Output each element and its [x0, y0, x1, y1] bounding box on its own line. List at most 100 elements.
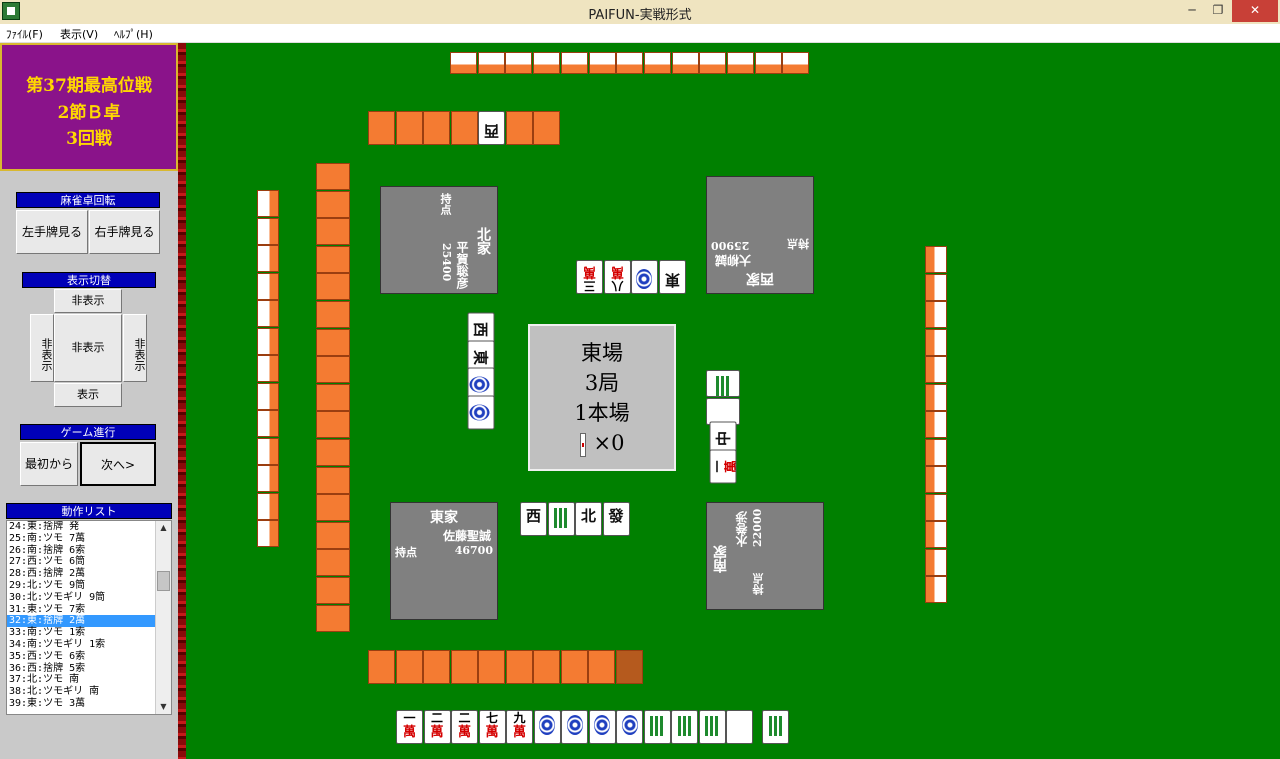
scroll-down-icon[interactable]: ▼ [156, 700, 171, 714]
toggle-center-button[interactable]: 非表示 [54, 314, 122, 382]
east-hand-tile [925, 466, 947, 493]
wall-tile [316, 245, 350, 273]
pin-icon [636, 269, 653, 289]
west-discard-tile: 三萬 [576, 260, 603, 294]
sou-icon [716, 376, 730, 396]
east-discard-tile: 發 [602, 502, 630, 536]
tile-label: 西 [484, 122, 500, 140]
hand-tile[interactable] [698, 710, 726, 744]
hand-tile[interactable] [616, 710, 643, 744]
action-list-item[interactable]: 39:東:ツモ 3萬 [7, 698, 171, 710]
next-button[interactable]: 次へ> [80, 442, 156, 486]
wall-tile [533, 650, 560, 684]
tile-suit: 萬 [430, 725, 444, 740]
north-wall-tile [727, 52, 754, 74]
pin-icon [566, 715, 583, 735]
tile-number: 一 [710, 460, 725, 473]
tile-suit: 萬 [512, 725, 526, 740]
player-west-points-label: 持点 [787, 237, 809, 250]
wall-tile [316, 163, 350, 190]
action-list-scrollbar[interactable]: ▲ ▼ [155, 521, 171, 714]
east-hand-tile [925, 246, 947, 273]
west-discard-tile [631, 260, 658, 294]
action-list-item[interactable]: 30:北:ツモギリ 9筒 [7, 592, 171, 604]
action-list-item[interactable]: 37:北:ツモ 南 [7, 674, 171, 686]
drawn-tile[interactable] [762, 710, 789, 744]
wall-tile [478, 650, 505, 684]
minimize-button[interactable]: ─ [1180, 0, 1204, 22]
toggle-bottom-button[interactable]: 表示 [54, 383, 122, 407]
menu-file[interactable]: ﾌｧｲﾙ(F) [6, 26, 43, 42]
east-hand-tile [925, 273, 947, 301]
action-list-item[interactable]: 26:南:捨牌 6索 [7, 545, 171, 557]
west-hand-tile [257, 410, 279, 437]
view-right-hand-button[interactable]: 右手牌見る [89, 210, 160, 254]
hand-tile[interactable]: 二萬 [451, 710, 478, 744]
action-list-item[interactable]: 24:東:捨牌 発 [7, 521, 171, 533]
wall-tile [395, 650, 423, 684]
action-list-item[interactable]: 38:北:ツモギリ 南 [7, 686, 171, 698]
hand-tile[interactable] [533, 710, 561, 744]
sou-icon [677, 716, 692, 736]
action-list-item[interactable]: 31:東:ツモ 7索 [7, 604, 171, 616]
action-list-item[interactable]: 34:南:ツモギリ 1索 [7, 639, 171, 651]
player-north-box: 北家 平賀聡彦 持点 25400 [380, 186, 498, 294]
east-hand-tile [925, 521, 947, 548]
action-list-item[interactable]: 25:南:ツモ 7萬 [7, 533, 171, 545]
menu-bar: ﾌｧｲﾙ(F) 表示(V) ﾍﾙﾌﾟ(H) [0, 24, 1280, 43]
title-bar: PAIFUN-実戦形式 ─ ❐ ✕ [0, 0, 1280, 24]
hand-tile[interactable]: 一萬 [396, 710, 423, 744]
action-list-item[interactable]: 32:東:捨牌 2萬 [7, 615, 171, 628]
tile-number: 二 [430, 711, 443, 725]
action-list-item[interactable]: 28:西:捨牌 2萬 [7, 568, 171, 580]
toggle-top-button[interactable]: 非表示 [54, 289, 122, 313]
wall-tile [560, 650, 588, 684]
hand-tile[interactable] [561, 710, 588, 744]
player-north-points: 25400 [440, 243, 453, 282]
action-list-item[interactable]: 35:西:ツモ 6索 [7, 651, 171, 663]
maximize-button[interactable]: ❐ [1206, 0, 1230, 22]
player-south-box: 南家 水巻渉 22000 持点 [706, 502, 824, 610]
close-button[interactable]: ✕ [1232, 0, 1278, 22]
action-list-item[interactable]: 33:南:ツモ 1索 [7, 627, 171, 639]
hand-tile[interactable] [588, 710, 616, 744]
player-west-name: 大柳誠 [715, 253, 752, 267]
action-list[interactable]: 24:東:捨牌 発 25:南:ツモ 7萬 26:南:捨牌 6索 27:西:ツモ 6筒 2… [6, 520, 172, 715]
wall-tile [505, 650, 533, 684]
east-hand-tile [925, 576, 947, 603]
restart-button[interactable]: 最初から [20, 442, 78, 486]
toggle-right-button[interactable]: 非表示 [123, 314, 147, 382]
pin-icon [469, 404, 490, 420]
wall-tile [368, 111, 395, 145]
east-discard-tile: 西 [520, 502, 547, 536]
north-wall-tile [782, 52, 810, 74]
hand-tile[interactable] [643, 710, 671, 744]
hand-tile[interactable] [671, 710, 698, 744]
view-left-hand-button[interactable]: 左手牌見る [16, 210, 88, 254]
hand-tile[interactable] [726, 710, 753, 744]
action-list-item[interactable]: 36:西:捨牌 5索 [7, 663, 171, 675]
wall-tile [533, 111, 560, 145]
menu-help[interactable]: ﾍﾙﾌﾟ(H) [114, 26, 153, 42]
east-hand-tile [925, 383, 947, 411]
hand-tile[interactable]: 九萬 [506, 710, 533, 744]
hand-tile[interactable]: 七萬 [478, 710, 506, 744]
action-list-item[interactable]: 27:西:ツモ 6筒 [7, 556, 171, 568]
west-hand-tile [257, 300, 279, 327]
wall-tile [316, 190, 350, 218]
wall-tile [316, 494, 350, 522]
tile-number: 八 [611, 279, 624, 293]
north-wall-tile [754, 52, 782, 74]
menu-view[interactable]: 表示(V) [60, 26, 98, 42]
action-list-item[interactable]: 29:北:ツモ 9筒 [7, 580, 171, 592]
scroll-thumb[interactable] [157, 571, 170, 591]
scroll-up-icon[interactable]: ▲ [156, 521, 171, 535]
east-hand-tile [925, 301, 947, 328]
toggle-left-button[interactable]: 非表示 [30, 314, 54, 382]
hand-tile[interactable]: 二萬 [423, 710, 451, 744]
round-wind: 東場 [581, 341, 623, 365]
player-west-points: 25900 [711, 239, 750, 252]
east-hand-tile [925, 411, 947, 438]
north-wall-tile [505, 52, 533, 74]
west-hand-tile [257, 465, 279, 492]
